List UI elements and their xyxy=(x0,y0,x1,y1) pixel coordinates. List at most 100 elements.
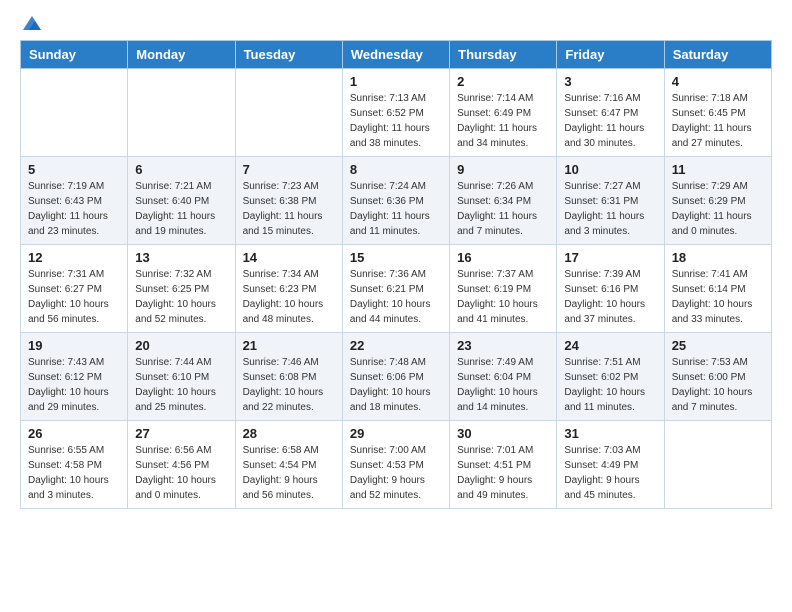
day-info: Sunrise: 7:03 AMSunset: 4:49 PMDaylight:… xyxy=(564,445,640,501)
day-info: Sunrise: 7:51 AMSunset: 6:02 PMDaylight:… xyxy=(564,357,645,413)
day-info: Sunrise: 7:37 AMSunset: 6:19 PMDaylight:… xyxy=(457,269,538,325)
day-number: 13 xyxy=(135,250,227,265)
day-info: Sunrise: 7:31 AMSunset: 6:27 PMDaylight:… xyxy=(28,269,109,325)
day-info: Sunrise: 6:56 AMSunset: 4:56 PMDaylight:… xyxy=(135,445,216,501)
col-monday: Monday xyxy=(128,41,235,69)
day-number: 27 xyxy=(135,426,227,441)
day-info: Sunrise: 7:43 AMSunset: 6:12 PMDaylight:… xyxy=(28,357,109,413)
day-cell: 16 Sunrise: 7:37 AMSunset: 6:19 PMDayligh… xyxy=(450,245,557,333)
day-info: Sunrise: 7:48 AMSunset: 6:06 PMDaylight:… xyxy=(350,357,431,413)
week-row-2: 5 Sunrise: 7:19 AMSunset: 6:43 PMDaylight… xyxy=(21,157,772,245)
day-cell xyxy=(21,69,128,157)
week-row-3: 12 Sunrise: 7:31 AMSunset: 6:27 PMDayligh… xyxy=(21,245,772,333)
day-cell: 31 Sunrise: 7:03 AMSunset: 4:49 PMDayligh… xyxy=(557,421,664,509)
day-info: Sunrise: 7:39 AMSunset: 6:16 PMDaylight:… xyxy=(564,269,645,325)
header-row: Sunday Monday Tuesday Wednesday Thursday… xyxy=(21,41,772,69)
col-thursday: Thursday xyxy=(450,41,557,69)
day-number: 28 xyxy=(243,426,335,441)
day-cell: 13 Sunrise: 7:32 AMSunset: 6:25 PMDayligh… xyxy=(128,245,235,333)
day-info: Sunrise: 7:18 AMSunset: 6:45 PMDaylight:… xyxy=(672,93,752,149)
day-info: Sunrise: 7:44 AMSunset: 6:10 PMDaylight:… xyxy=(135,357,216,413)
day-cell: 4 Sunrise: 7:18 AMSunset: 6:45 PMDaylight… xyxy=(664,69,771,157)
day-number: 8 xyxy=(350,162,442,177)
day-info: Sunrise: 7:36 AMSunset: 6:21 PMDaylight:… xyxy=(350,269,431,325)
day-info: Sunrise: 7:32 AMSunset: 6:25 PMDaylight:… xyxy=(135,269,216,325)
day-cell: 20 Sunrise: 7:44 AMSunset: 6:10 PMDayligh… xyxy=(128,333,235,421)
day-number: 22 xyxy=(350,338,442,353)
day-number: 18 xyxy=(672,250,764,265)
day-info: Sunrise: 7:19 AMSunset: 6:43 PMDaylight:… xyxy=(28,181,108,237)
day-number: 14 xyxy=(243,250,335,265)
day-info: Sunrise: 7:16 AMSunset: 6:47 PMDaylight:… xyxy=(564,93,644,149)
day-cell: 18 Sunrise: 7:41 AMSunset: 6:14 PMDayligh… xyxy=(664,245,771,333)
day-cell: 28 Sunrise: 6:58 AMSunset: 4:54 PMDayligh… xyxy=(235,421,342,509)
day-cell: 9Sunrise: 7:26 AMSunset: 6:34 PMDaylight… xyxy=(450,157,557,245)
day-info: Sunrise: 7:24 AMSunset: 6:36 PMDaylight:… xyxy=(350,181,430,237)
day-number: 11 xyxy=(672,162,764,177)
day-cell xyxy=(235,69,342,157)
day-cell: 3 Sunrise: 7:16 AMSunset: 6:47 PMDaylight… xyxy=(557,69,664,157)
day-info: Sunrise: 6:58 AMSunset: 4:54 PMDaylight:… xyxy=(243,445,319,501)
col-wednesday: Wednesday xyxy=(342,41,449,69)
day-cell: 27 Sunrise: 6:56 AMSunset: 4:56 PMDayligh… xyxy=(128,421,235,509)
day-cell: 11 Sunrise: 7:29 AMSunset: 6:29 PMDayligh… xyxy=(664,157,771,245)
day-cell: 30Sunrise: 7:01 AMSunset: 4:51 PMDayligh… xyxy=(450,421,557,509)
day-cell: 7 Sunrise: 7:23 AMSunset: 6:38 PMDaylight… xyxy=(235,157,342,245)
day-number: 10 xyxy=(564,162,656,177)
day-number: 30 xyxy=(457,426,549,441)
col-sunday: Sunday xyxy=(21,41,128,69)
day-number: 15 xyxy=(350,250,442,265)
day-number: 17 xyxy=(564,250,656,265)
day-cell: 21Sunrise: 7:46 AMSunset: 6:08 PMDayligh… xyxy=(235,333,342,421)
day-cell: 29Sunrise: 7:00 AMSunset: 4:53 PMDayligh… xyxy=(342,421,449,509)
day-cell: 25Sunrise: 7:53 AMSunset: 6:00 PMDayligh… xyxy=(664,333,771,421)
day-info: Sunrise: 7:14 AMSunset: 6:49 PMDaylight:… xyxy=(457,93,537,149)
day-number: 1 xyxy=(350,74,442,89)
day-info: Sunrise: 7:49 AMSunset: 6:04 PMDaylight:… xyxy=(457,357,538,413)
day-info: Sunrise: 7:29 AMSunset: 6:29 PMDaylight:… xyxy=(672,181,752,237)
day-number: 23 xyxy=(457,338,549,353)
day-cell: 5 Sunrise: 7:19 AMSunset: 6:43 PMDaylight… xyxy=(21,157,128,245)
day-number: 3 xyxy=(564,74,656,89)
day-number: 24 xyxy=(564,338,656,353)
day-info: Sunrise: 7:41 AMSunset: 6:14 PMDaylight:… xyxy=(672,269,753,325)
day-info: Sunrise: 7:21 AMSunset: 6:40 PMDaylight:… xyxy=(135,181,215,237)
day-cell: 26 Sunrise: 6:55 AMSunset: 4:58 PMDayligh… xyxy=(21,421,128,509)
day-cell: 2Sunrise: 7:14 AMSunset: 6:49 PMDaylight… xyxy=(450,69,557,157)
calendar-table: Sunday Monday Tuesday Wednesday Thursday… xyxy=(20,40,772,509)
day-info: Sunrise: 7:13 AMSunset: 6:52 PMDaylight:… xyxy=(350,93,430,149)
logo xyxy=(20,16,43,28)
day-number: 29 xyxy=(350,426,442,441)
day-number: 20 xyxy=(135,338,227,353)
day-number: 31 xyxy=(564,426,656,441)
day-info: Sunrise: 7:27 AMSunset: 6:31 PMDaylight:… xyxy=(564,181,644,237)
col-friday: Friday xyxy=(557,41,664,69)
day-number: 26 xyxy=(28,426,120,441)
week-row-5: 26 Sunrise: 6:55 AMSunset: 4:58 PMDayligh… xyxy=(21,421,772,509)
day-info: Sunrise: 7:26 AMSunset: 6:34 PMDaylight:… xyxy=(457,181,537,237)
day-number: 4 xyxy=(672,74,764,89)
week-row-1: 1 Sunrise: 7:13 AMSunset: 6:52 PMDaylight… xyxy=(21,69,772,157)
week-row-4: 19 Sunrise: 7:43 AMSunset: 6:12 PMDayligh… xyxy=(21,333,772,421)
day-cell: 23 Sunrise: 7:49 AMSunset: 6:04 PMDayligh… xyxy=(450,333,557,421)
day-info: Sunrise: 6:55 AMSunset: 4:58 PMDaylight:… xyxy=(28,445,109,501)
day-cell: 8 Sunrise: 7:24 AMSunset: 6:36 PMDaylight… xyxy=(342,157,449,245)
day-number: 5 xyxy=(28,162,120,177)
day-info: Sunrise: 7:23 AMSunset: 6:38 PMDaylight:… xyxy=(243,181,323,237)
day-number: 16 xyxy=(457,250,549,265)
col-saturday: Saturday xyxy=(664,41,771,69)
day-cell: 19 Sunrise: 7:43 AMSunset: 6:12 PMDayligh… xyxy=(21,333,128,421)
logo-icon xyxy=(21,12,43,34)
day-number: 6 xyxy=(135,162,227,177)
day-number: 12 xyxy=(28,250,120,265)
day-cell: 15 Sunrise: 7:36 AMSunset: 6:21 PMDayligh… xyxy=(342,245,449,333)
day-cell: 1 Sunrise: 7:13 AMSunset: 6:52 PMDaylight… xyxy=(342,69,449,157)
day-info: Sunrise: 7:46 AMSunset: 6:08 PMDaylight:… xyxy=(243,357,324,413)
day-number: 7 xyxy=(243,162,335,177)
day-number: 19 xyxy=(28,338,120,353)
day-cell: 10 Sunrise: 7:27 AMSunset: 6:31 PMDayligh… xyxy=(557,157,664,245)
day-cell: 22 Sunrise: 7:48 AMSunset: 6:06 PMDayligh… xyxy=(342,333,449,421)
day-cell xyxy=(664,421,771,509)
header xyxy=(20,16,772,28)
day-cell: 17 Sunrise: 7:39 AMSunset: 6:16 PMDayligh… xyxy=(557,245,664,333)
